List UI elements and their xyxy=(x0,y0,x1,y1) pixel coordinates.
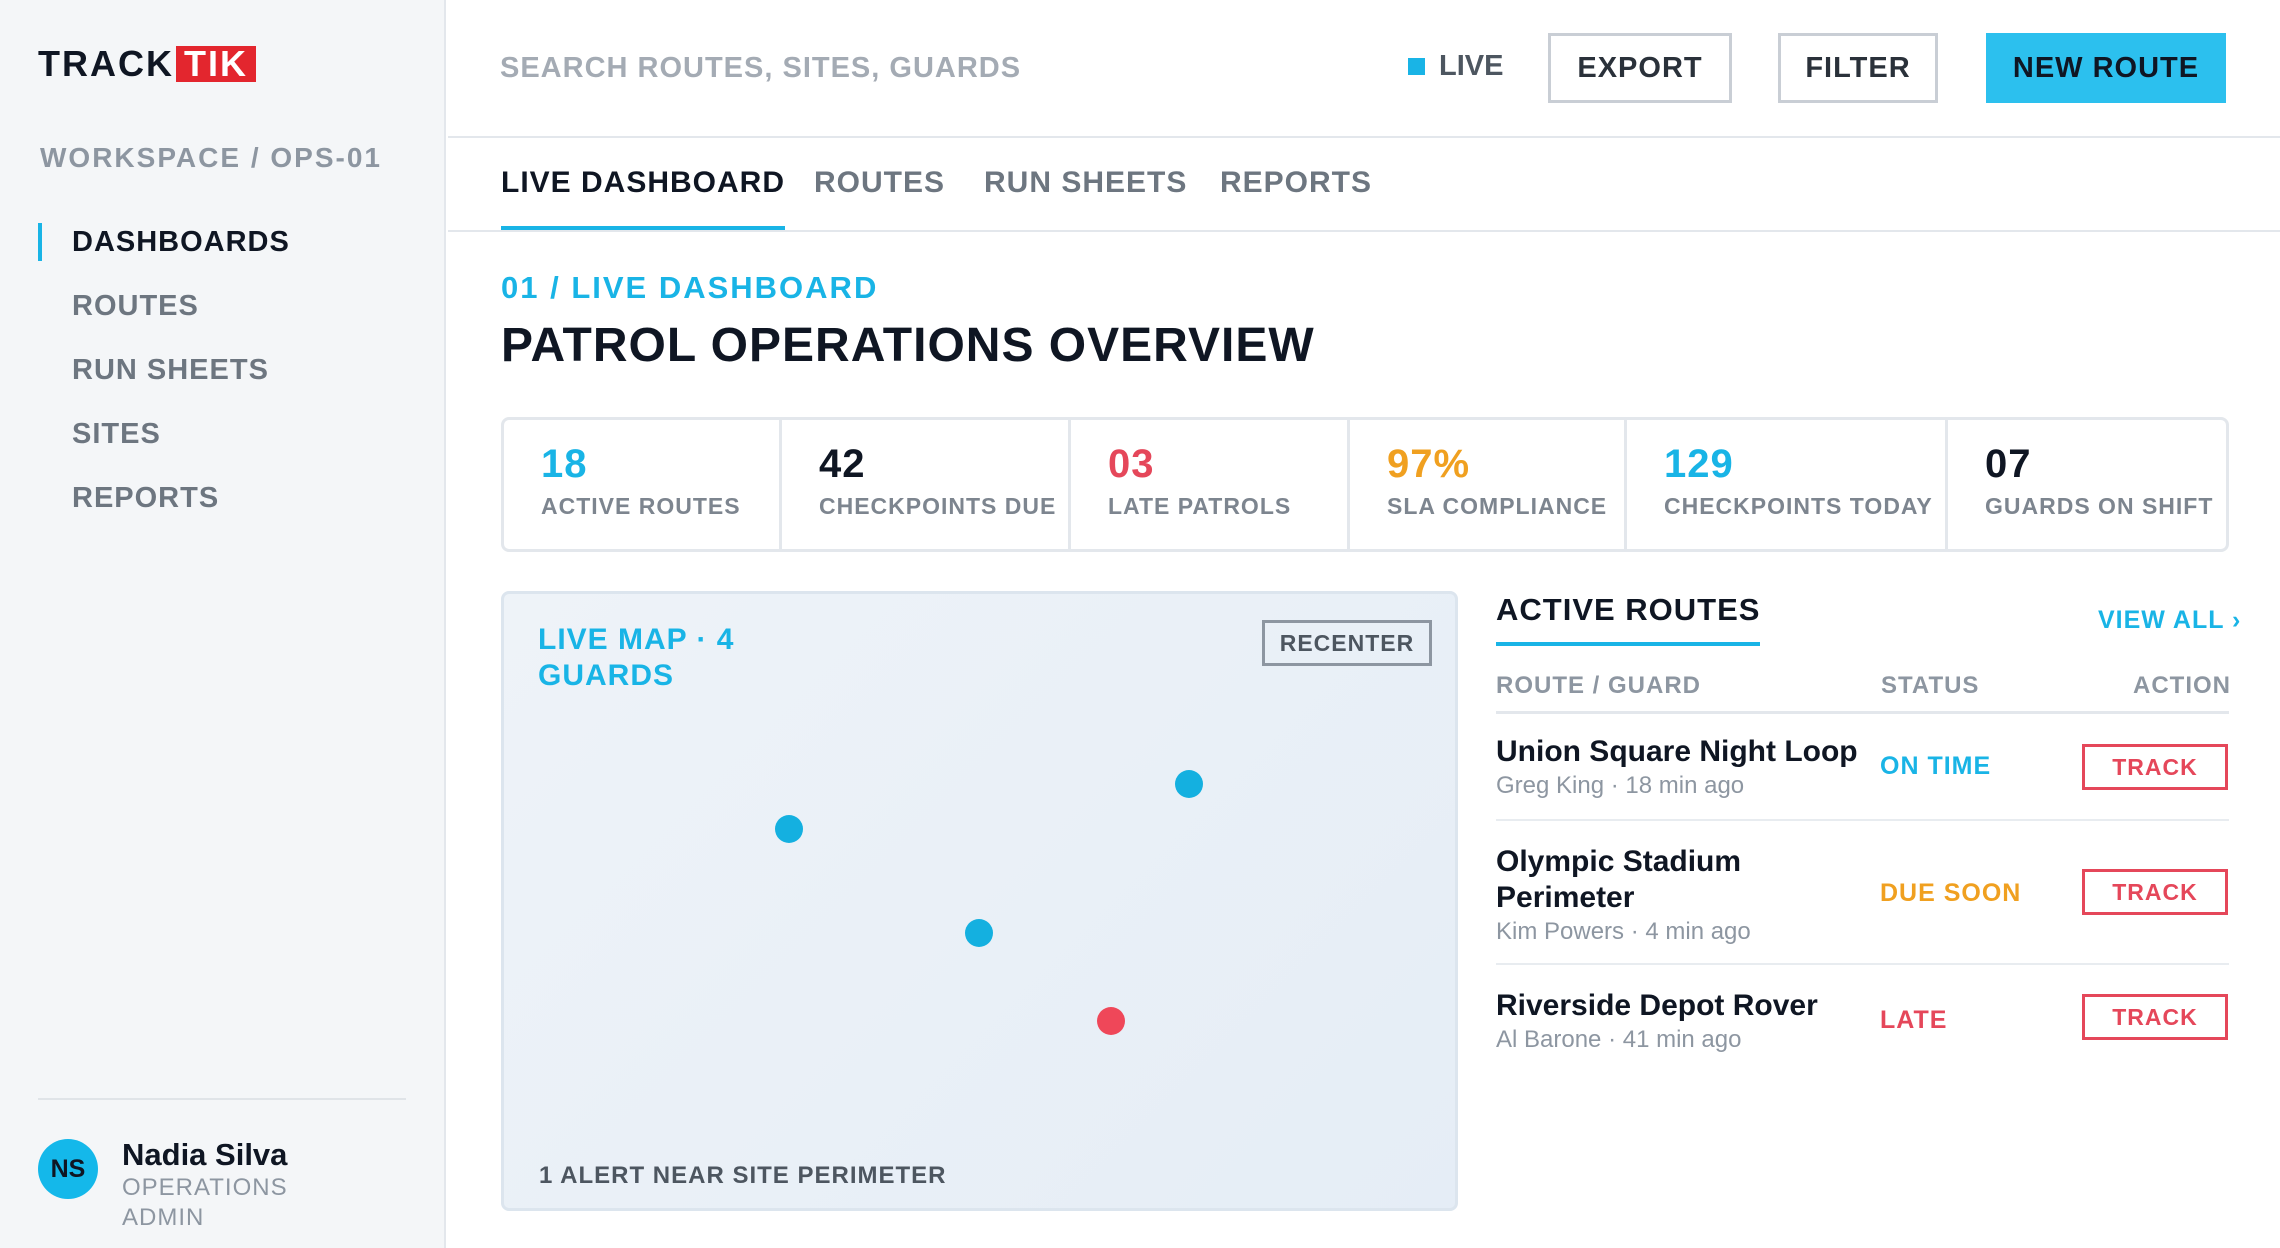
stat-label: SLA COMPLIANCE xyxy=(1387,493,1608,519)
guard-marker[interactable] xyxy=(965,919,993,947)
sidebar: TRACK TIK WORKSPACE / OPS-01 DASHBOARDS R… xyxy=(0,0,446,1248)
column-header-status: STATUS xyxy=(1881,672,1980,699)
table-row: Olympic Stadium Perimeter Kim Powers · 4… xyxy=(1496,844,2229,946)
stat-value: 03 xyxy=(1108,442,1155,486)
tab-reports[interactable]: REPORTS xyxy=(1220,166,1372,230)
stat-checkpoints-due: 42 CHECKPOINTS DUE xyxy=(782,420,1071,549)
sidebar-item-routes[interactable]: ROUTES xyxy=(38,274,418,338)
logo-text-track: TRACK xyxy=(38,43,174,84)
stat-active-routes: 18 ACTIVE ROUTES xyxy=(504,420,782,549)
logo-text-tik: TIK xyxy=(175,46,256,82)
top-bar: LIVE EXPORT FILTER NEW ROUTE xyxy=(448,0,2280,138)
sidebar-nav: DASHBOARDS ROUTES RUN SHEETS SITES REPOR… xyxy=(38,210,418,530)
stat-label: LATE PATROLS xyxy=(1108,493,1292,519)
stat-label: GUARDS ON SHIFT xyxy=(1985,493,2214,519)
stat-label: ACTIVE ROUTES xyxy=(541,493,741,519)
stat-value: 42 xyxy=(819,442,866,486)
row-divider xyxy=(1496,819,2229,821)
column-header-action: ACTION xyxy=(2133,672,2231,699)
sidebar-item-run-sheets[interactable]: RUN SHEETS xyxy=(38,338,418,402)
stat-guards-on-shift: 07 GUARDS ON SHIFT xyxy=(1948,420,2226,549)
live-map[interactable]: LIVE MAP · 4 GUARDS RECENTER 1 ALERT NEA… xyxy=(501,591,1458,1211)
stat-sla-compliance: 97% SLA COMPLIANCE xyxy=(1350,420,1627,549)
live-label: LIVE xyxy=(1439,50,1504,82)
breadcrumb: 01 / LIVE DASHBOARD xyxy=(501,270,879,305)
avatar: NS xyxy=(38,1139,98,1199)
map-canvas xyxy=(775,770,1203,1035)
sidebar-item-dashboards[interactable]: DASHBOARDS xyxy=(38,223,418,261)
user-role: OPERATIONS ADMIN xyxy=(122,1174,288,1231)
status-badge: ON TIME xyxy=(1880,752,1992,780)
user-name: Nadia Silva xyxy=(122,1137,288,1172)
live-dot-icon xyxy=(1408,58,1425,75)
new-route-button[interactable]: NEW ROUTE xyxy=(1986,33,2226,103)
sidebar-item-sites[interactable]: SITES xyxy=(38,402,418,466)
route-meta: Kim Powers · 4 min ago xyxy=(1496,918,1751,945)
search-input[interactable] xyxy=(500,46,1140,90)
user-profile[interactable]: NS Nadia Silva OPERATIONS ADMIN xyxy=(38,1137,302,1233)
stat-label: CHECKPOINTS DUE xyxy=(819,493,1057,519)
page-title: PATROL OPERATIONS OVERVIEW xyxy=(501,319,1315,372)
stat-late-patrols: 03 LATE PATROLS xyxy=(1071,420,1350,549)
tab-live-dashboard[interactable]: LIVE DASHBOARD xyxy=(501,166,786,230)
filter-button[interactable]: FILTER xyxy=(1778,33,1938,103)
tab-bar: LIVE DASHBOARD ROUTES RUN SHEETS REPORTS xyxy=(448,140,2280,232)
table-row: Union Square Night Loop Greg King · 18 m… xyxy=(1496,734,2229,800)
track-button[interactable]: TRACK xyxy=(2082,744,2228,790)
guard-marker[interactable] xyxy=(1175,770,1203,798)
stat-value: 129 xyxy=(1664,442,1734,486)
route-name[interactable]: Riverside Depot Rover xyxy=(1496,988,1886,1024)
sidebar-item-reports[interactable]: REPORTS xyxy=(38,466,418,530)
export-button[interactable]: EXPORT xyxy=(1548,33,1732,103)
tab-routes[interactable]: ROUTES xyxy=(814,166,945,230)
status-badge: LATE xyxy=(1880,1006,1948,1034)
sidebar-divider xyxy=(38,1098,406,1100)
guard-marker[interactable] xyxy=(775,815,803,843)
stats-strip: 18 ACTIVE ROUTES 42 CHECKPOINTS DUE 03 L… xyxy=(501,417,2229,552)
stat-value: 97% xyxy=(1387,442,1471,486)
stat-label: CHECKPOINTS TODAY xyxy=(1664,493,1933,519)
stat-value: 07 xyxy=(1985,442,2032,486)
column-header-route: ROUTE / GUARD xyxy=(1496,672,1701,699)
view-all-link[interactable]: VIEW ALL › xyxy=(2098,606,2241,635)
tab-run-sheets[interactable]: RUN SHEETS xyxy=(984,166,1187,230)
alert-guard-marker[interactable] xyxy=(1097,1007,1125,1035)
track-button[interactable]: TRACK xyxy=(2082,869,2228,915)
route-name[interactable]: Olympic Stadium Perimeter xyxy=(1496,844,1886,916)
row-divider xyxy=(1496,963,2229,965)
map-alert-text: 1 ALERT NEAR SITE PERIMETER xyxy=(539,1162,947,1189)
stat-value: 18 xyxy=(541,442,588,486)
routes-panel-title: ACTIVE ROUTES xyxy=(1496,592,1761,646)
table-header-divider xyxy=(1496,711,2229,714)
user-info: Nadia Silva OPERATIONS ADMIN xyxy=(122,1137,302,1233)
table-row: Riverside Depot Rover Al Barone · 41 min… xyxy=(1496,988,2229,1054)
app-root: TRACK TIK WORKSPACE / OPS-01 DASHBOARDS R… xyxy=(0,0,2280,1248)
workspace-label: WORKSPACE / OPS-01 xyxy=(40,142,382,173)
live-indicator: LIVE xyxy=(1408,50,1503,83)
track-button[interactable]: TRACK xyxy=(2082,994,2228,1040)
route-name[interactable]: Union Square Night Loop xyxy=(1496,734,1886,770)
stat-checkpoints-today: 129 CHECKPOINTS TODAY xyxy=(1627,420,1948,549)
tracktik-logo[interactable]: TRACK TIK xyxy=(38,43,256,84)
status-badge: DUE SOON xyxy=(1880,879,2022,907)
